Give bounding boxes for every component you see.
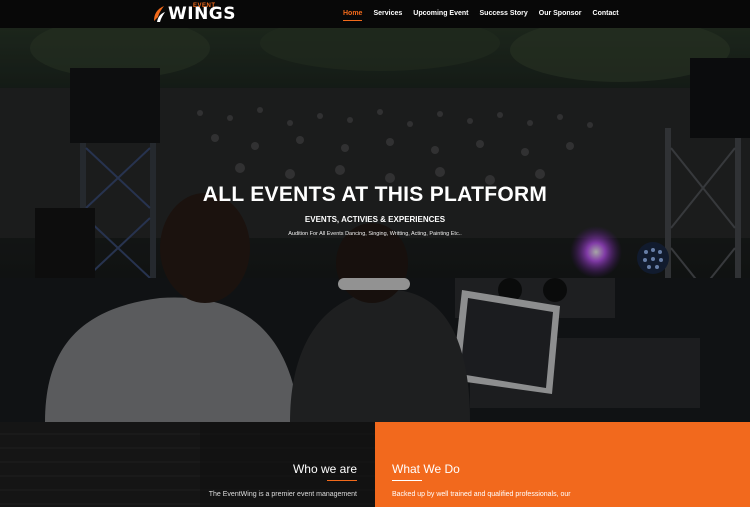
hero-subtitle: EVENTS, ACTIVIES & EXPERIENCES <box>304 215 446 224</box>
wing-logo-icon <box>152 5 166 23</box>
main-menu: Home Services Upcoming Event Success Sto… <box>343 0 630 28</box>
what-we-do-text: Backed up by well trained and qualified … <box>392 491 571 498</box>
hero-dark-overlay <box>0 28 750 422</box>
hero-title: ALL EVENTS AT THIS PLATFORM <box>202 183 548 206</box>
who-we-are-underline <box>327 480 357 481</box>
hero-banner: ALL EVENTS AT THIS PLATFORM EVENTS, ACTI… <box>0 28 750 422</box>
what-we-do-section: What We Do Backed up by well trained and… <box>375 422 750 507</box>
who-we-are-text: The EventWing is a premier event managem… <box>208 491 357 498</box>
nav-success-story[interactable]: Success Story <box>480 0 528 28</box>
nav-services[interactable]: Services <box>373 0 402 28</box>
what-we-do-heading: What We Do <box>392 462 460 476</box>
site-logo[interactable]: WINGS EVENT <box>152 3 236 25</box>
what-we-do-underline <box>392 480 422 481</box>
nav-upcoming-event[interactable]: Upcoming Event <box>413 0 468 28</box>
who-we-are-section: Who we are The EventWing is a premier ev… <box>0 422 375 507</box>
hero-description: Audition For All Events Dancing, Singing… <box>288 231 462 237</box>
logo-event-label: EVENT <box>193 3 216 9</box>
nav-home[interactable]: Home <box>343 0 363 28</box>
nav-our-sponsor[interactable]: Our Sponsor <box>539 0 582 28</box>
nav-contact[interactable]: Contact <box>593 0 619 28</box>
top-navbar: WINGS EVENT Home Services Upcoming Event… <box>0 0 750 28</box>
who-we-are-heading: Who we are <box>292 462 357 476</box>
